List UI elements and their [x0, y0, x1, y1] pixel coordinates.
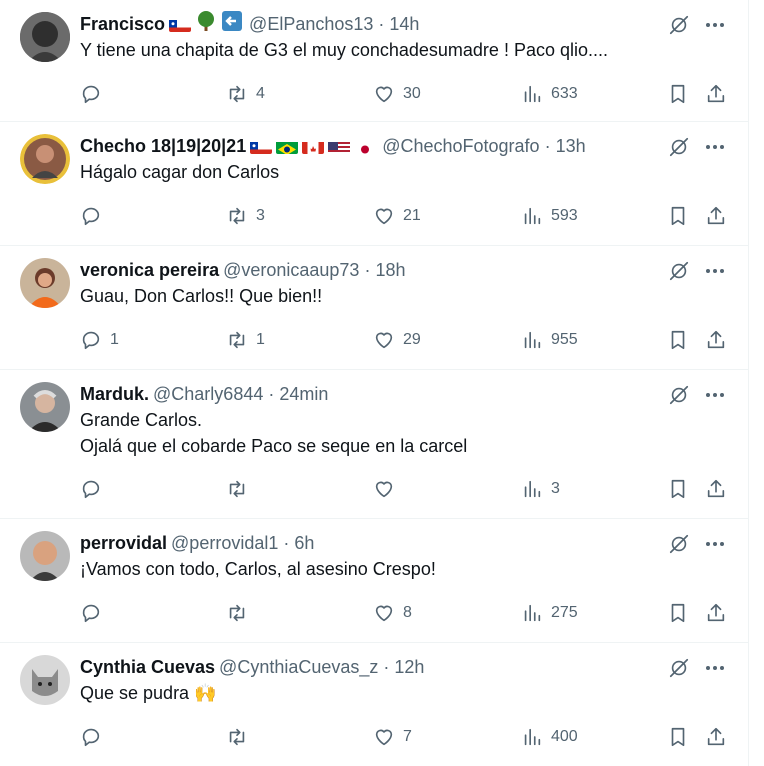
retweet-button[interactable]: 1 [226, 329, 265, 351]
more-options-icon[interactable] [704, 136, 726, 163]
grok-icon[interactable] [668, 533, 690, 560]
timestamp[interactable]: 24min [279, 382, 328, 406]
like-button[interactable]: 30 [373, 83, 421, 105]
usa-flag-icon [328, 139, 351, 154]
retweet-button[interactable] [226, 726, 256, 748]
author-handle[interactable]: @CynthiaCuevas_z [219, 655, 378, 679]
reply-text: Grande Carlos. Ojalá que el cobarde Paco… [80, 410, 468, 456]
retweet-button[interactable]: 4 [226, 83, 265, 105]
author-name[interactable]: Checho 18|19|20|21 [80, 134, 246, 158]
author-name[interactable]: veronica pereira [80, 258, 219, 282]
name-emojis [250, 139, 377, 154]
avatar[interactable] [20, 655, 70, 705]
grok-icon[interactable] [668, 136, 690, 163]
author-handle[interactable]: @ElPanchos13 [249, 12, 373, 36]
author-handle[interactable]: @Charly6844 [153, 382, 263, 406]
bookmark-button[interactable] [667, 602, 689, 624]
timestamp[interactable]: 13h [556, 134, 586, 158]
author-name[interactable]: Cynthia Cuevas [80, 655, 215, 679]
bookmark-button[interactable] [667, 83, 689, 105]
reply-button[interactable] [80, 83, 110, 105]
share-button[interactable] [705, 329, 727, 351]
reply-item[interactable]: perrovidal @perrovidal1 · 6h ¡Vamos con … [0, 519, 748, 643]
name-emojis [169, 10, 243, 38]
grok-icon[interactable] [668, 657, 690, 684]
like-button[interactable] [373, 478, 403, 500]
author-name[interactable]: Marduk. [80, 382, 149, 406]
reply-item[interactable]: Marduk. @Charly6844 · 24min Grande Carlo… [0, 370, 748, 519]
reply-item[interactable]: veronica pereira @veronicaaup73 · 18h Gu… [0, 246, 748, 370]
share-button[interactable] [705, 478, 727, 500]
more-options-icon[interactable] [704, 14, 726, 41]
retweet-button[interactable] [226, 602, 256, 624]
bookmark-button[interactable] [667, 726, 689, 748]
share-button[interactable] [705, 726, 727, 748]
reply-text: ¡Vamos con todo, Carlos, al asesino Cres… [80, 559, 436, 579]
tree-icon [195, 10, 217, 38]
reply-text: Hágalo cagar don Carlos [80, 162, 280, 182]
views-button[interactable]: 955 [521, 329, 578, 351]
reply-button[interactable] [80, 205, 110, 227]
reply-text: Guau, Don Carlos!! Que bien!! [80, 286, 323, 306]
author-name[interactable]: Francisco [80, 12, 165, 36]
retweet-button[interactable]: 3 [226, 205, 265, 227]
retweet-button[interactable] [226, 478, 256, 500]
chile-flag-icon [169, 17, 192, 32]
japan-flag-icon [354, 139, 377, 154]
like-button[interactable]: 7 [373, 726, 412, 748]
timestamp[interactable]: 6h [294, 531, 314, 555]
replies-feed: Francisco @ElPanchos13 · 14h Y tiene una… [0, 0, 749, 766]
back-arrow-icon [221, 10, 243, 38]
bookmark-button[interactable] [667, 205, 689, 227]
timestamp[interactable]: 12h [394, 655, 424, 679]
chile-flag-icon [250, 139, 273, 154]
avatar[interactable] [20, 12, 70, 62]
author-handle[interactable]: @veronicaaup73 [223, 258, 359, 282]
reply-button[interactable] [80, 478, 110, 500]
grok-icon[interactable] [668, 260, 690, 287]
timestamp[interactable]: 18h [375, 258, 405, 282]
views-button[interactable]: 633 [521, 83, 578, 105]
reply-button[interactable]: 1 [80, 329, 119, 351]
reply-item[interactable]: Cynthia Cuevas @CynthiaCuevas_z · 12h Qu… [0, 643, 748, 766]
more-options-icon[interactable] [704, 384, 726, 411]
reply-text: Que se pudra 🙌 [80, 683, 217, 703]
views-button[interactable]: 400 [521, 726, 578, 748]
author-handle[interactable]: @ChechoFotografo [382, 134, 539, 158]
author-handle[interactable]: @perrovidal1 [171, 531, 278, 555]
canada-flag-icon [302, 139, 325, 154]
bookmark-button[interactable] [667, 478, 689, 500]
reply-button[interactable] [80, 726, 110, 748]
share-button[interactable] [705, 602, 727, 624]
reply-item[interactable]: Francisco @ElPanchos13 · 14h Y tiene una… [0, 0, 748, 122]
share-button[interactable] [705, 83, 727, 105]
author-name[interactable]: perrovidal [80, 531, 167, 555]
more-options-icon[interactable] [704, 260, 726, 287]
brazil-flag-icon [276, 139, 299, 154]
more-options-icon[interactable] [704, 657, 726, 684]
avatar[interactable] [20, 258, 70, 308]
avatar[interactable] [20, 382, 70, 432]
timestamp[interactable]: 14h [389, 12, 419, 36]
like-button[interactable]: 29 [373, 329, 421, 351]
avatar[interactable] [20, 531, 70, 581]
grok-icon[interactable] [668, 384, 690, 411]
grok-icon[interactable] [668, 14, 690, 41]
views-button[interactable]: 275 [521, 602, 578, 624]
views-button[interactable]: 593 [521, 205, 578, 227]
bookmark-button[interactable] [667, 329, 689, 351]
more-options-icon[interactable] [704, 533, 726, 560]
like-button[interactable]: 21 [373, 205, 421, 227]
reply-button[interactable] [80, 602, 110, 624]
like-button[interactable]: 8 [373, 602, 412, 624]
reply-text: Y tiene una chapita de G3 el muy conchad… [80, 40, 608, 60]
share-button[interactable] [705, 205, 727, 227]
reply-item[interactable]: Checho 18|19|20|21 @ChechoFotografo · 13… [0, 122, 748, 246]
avatar[interactable] [20, 134, 70, 184]
views-button[interactable]: 3 [521, 478, 560, 500]
